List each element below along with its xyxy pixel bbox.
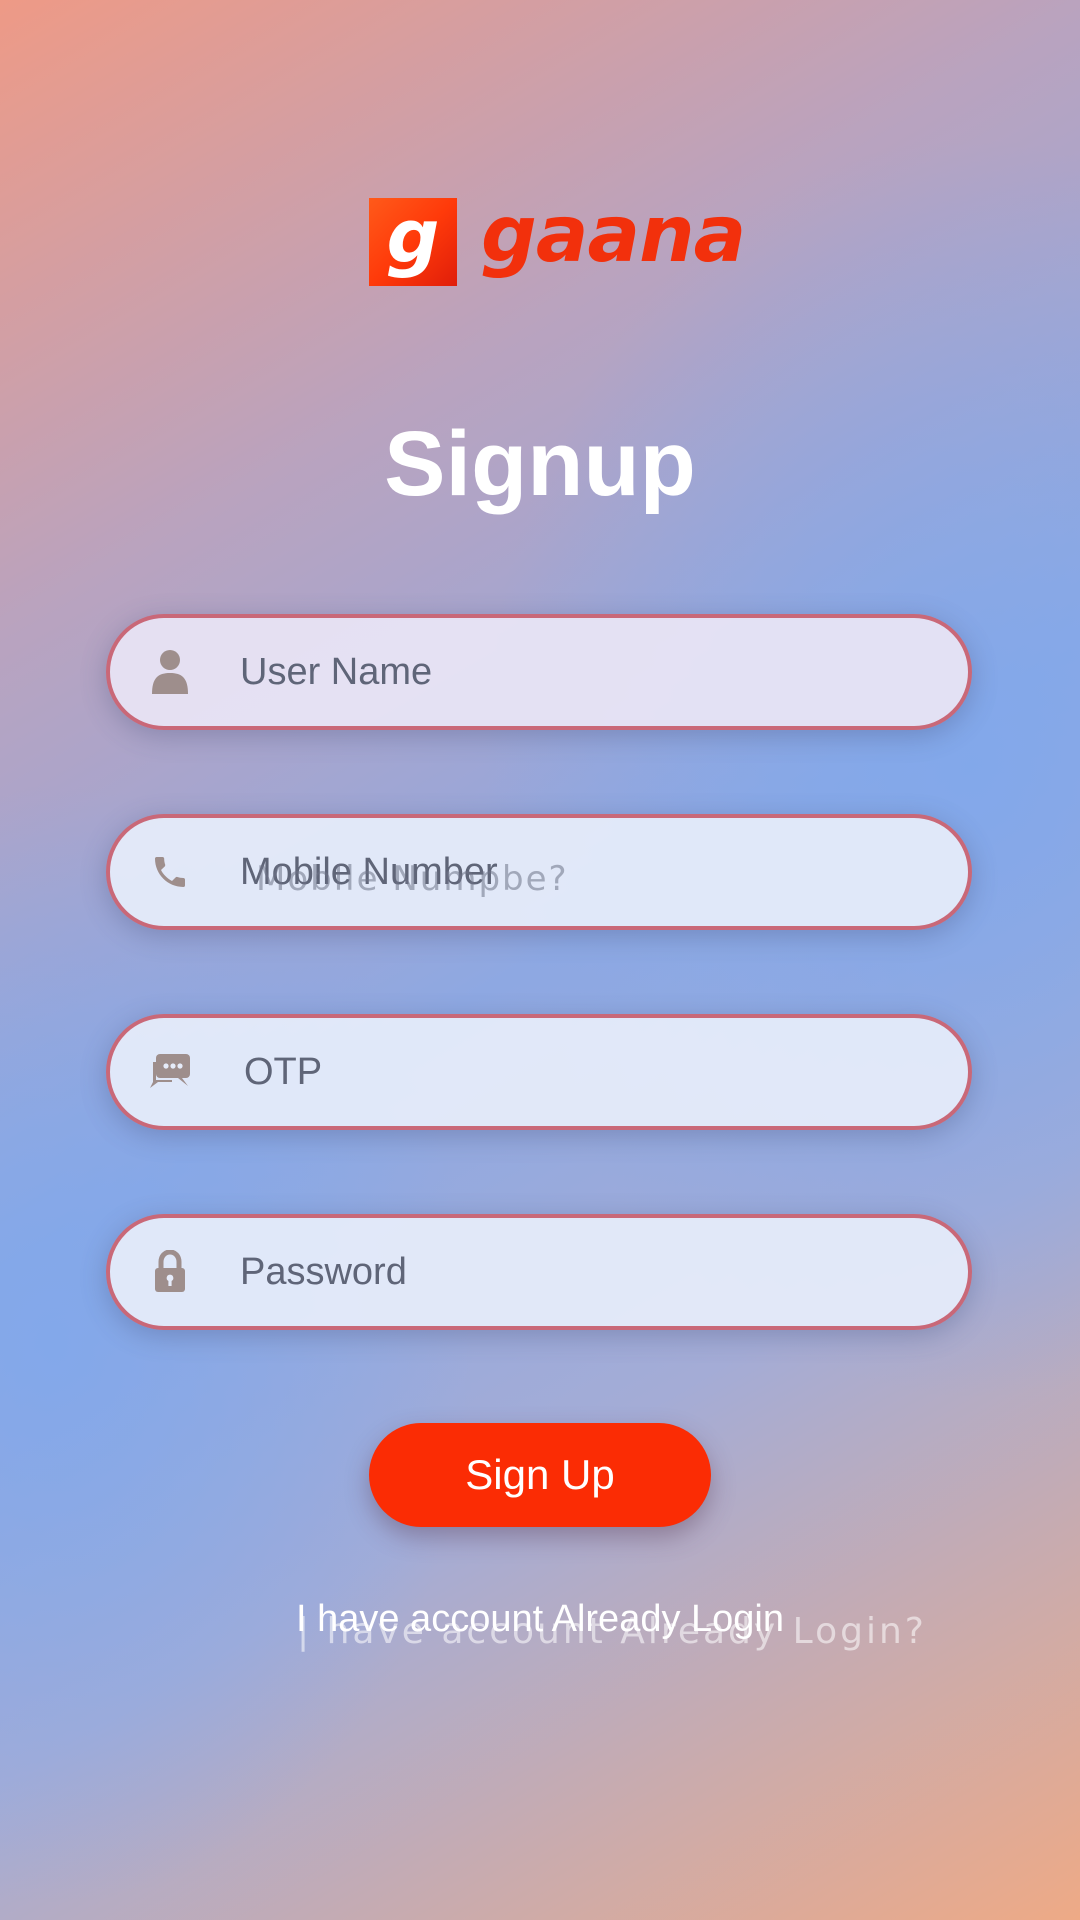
mobile-number-hint: Moblle Numpbe?: [256, 859, 569, 899]
mobile-number-field[interactable]: Mobile Number Moblle Numpbe?: [106, 814, 972, 930]
phone-icon: [148, 846, 192, 898]
username-placeholder: User Name: [240, 651, 433, 693]
gaana-logo: g gaana: [369, 190, 746, 286]
otp-placeholder: OTP: [244, 1051, 323, 1093]
password-placeholder: Password: [240, 1251, 407, 1293]
username-field[interactable]: User Name: [106, 614, 972, 730]
lock-icon: [148, 1246, 192, 1298]
person-icon: [148, 646, 192, 698]
sign-up-button[interactable]: Sign Up: [369, 1423, 711, 1527]
chat-icon: [148, 1046, 192, 1098]
login-link-ghost: | have account Already Login?: [297, 1611, 927, 1652]
password-field[interactable]: Password: [106, 1214, 972, 1330]
page-title: Signup: [384, 413, 696, 515]
logo-mark-letter: g: [386, 194, 440, 280]
gaana-logo-mark: g: [369, 198, 457, 286]
gaana-wordmark: gaana: [481, 190, 746, 280]
otp-field[interactable]: OTP: [106, 1014, 972, 1130]
